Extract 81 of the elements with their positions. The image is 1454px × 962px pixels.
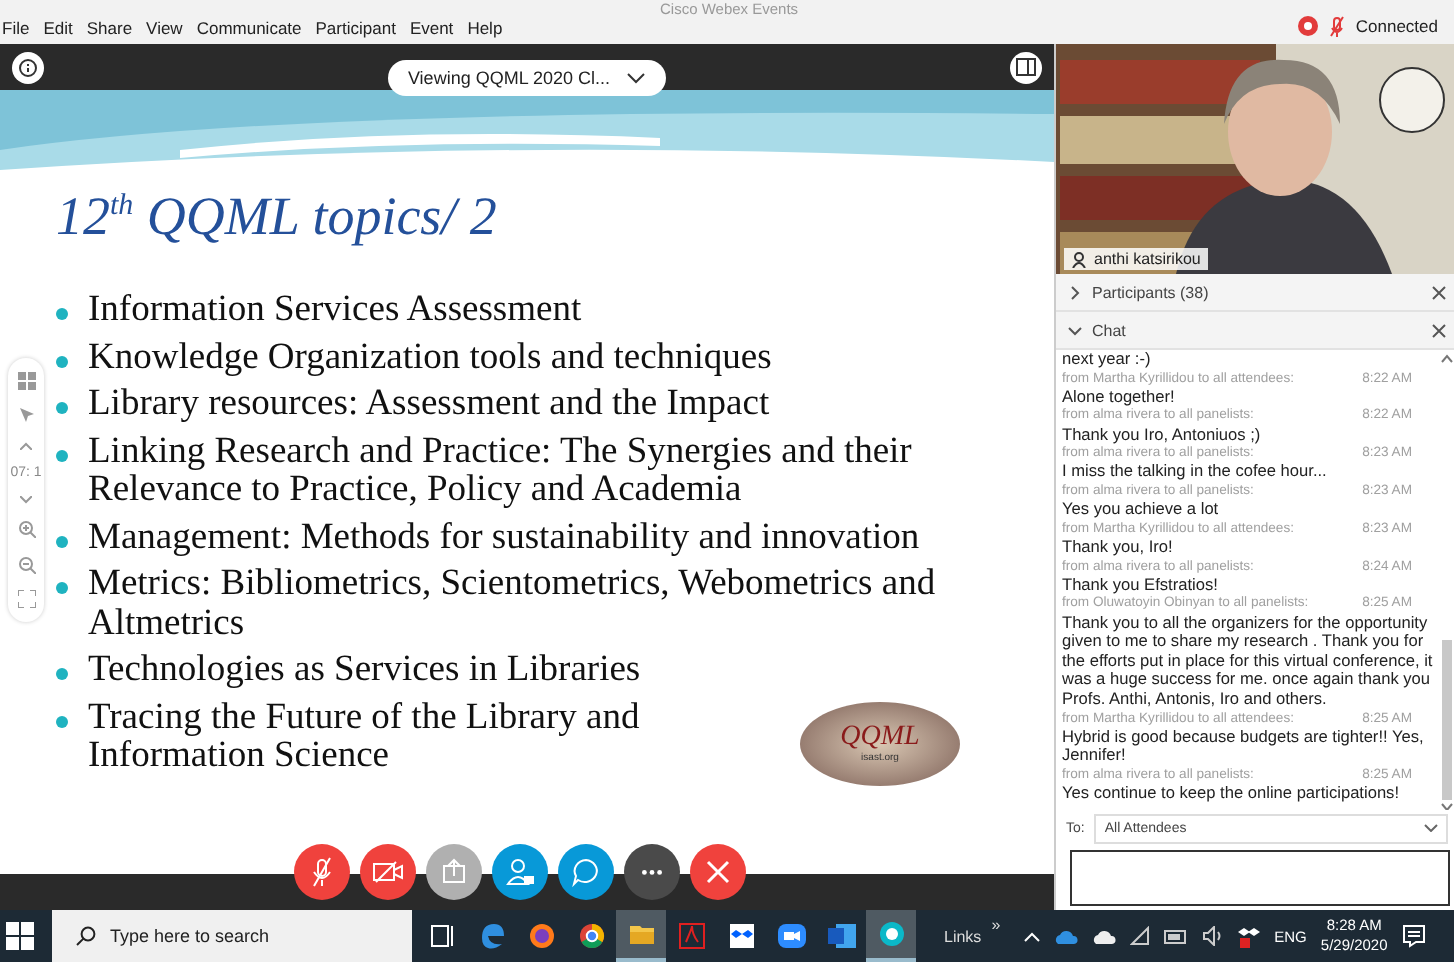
cloud-icon[interactable]: [1092, 929, 1117, 943]
speaker-icon[interactable]: [1202, 926, 1225, 946]
connection-status: Connected: [1355, 16, 1438, 36]
view-selector[interactable]: Viewing QQML 2020 Cl...: [387, 59, 667, 95]
slide-title: 12$^{th}$ QQML topics/ 2: [56, 186, 499, 248]
close-icon: [702, 856, 734, 888]
zoom-in-icon[interactable]: [17, 520, 35, 539]
menu-item[interactable]: View: [146, 18, 183, 38]
camera-off-icon: [372, 856, 404, 888]
pointer-icon[interactable]: [17, 406, 35, 425]
search-icon: [76, 926, 96, 946]
message-input[interactable]: [1070, 850, 1450, 906]
bullet-text: Metrics: Bibliometrics, Scientometrics, Webometrics and Altmetrics: [88, 566, 938, 644]
more-icon: [642, 869, 662, 875]
chevron-right-icon: [1068, 285, 1082, 299]
bullet-icon: [56, 402, 68, 414]
panel-header[interactable]: Participants (38): [1068, 283, 1209, 301]
expand-toolbar[interactable]: »: [991, 915, 1001, 933]
panel-header[interactable]: Chat: [1068, 321, 1126, 339]
windows-start-icon[interactable]: [6, 922, 34, 950]
menu-item[interactable]: Communicate: [196, 18, 302, 38]
message-text: Thank you, Iro!: [1062, 537, 1175, 558]
bullet-text: Management: Methods for sustainability and innovation: [88, 519, 920, 558]
logo-title: QQML: [840, 724, 920, 752]
caret-down-icon[interactable]: [20, 496, 32, 505]
bullet-text: Knowledge Organization tools and techniques: [88, 339, 772, 378]
menu-item[interactable]: Event: [409, 18, 454, 38]
search-field[interactable]: Type here to search: [52, 910, 412, 962]
bullet-icon: [56, 355, 68, 367]
wifi-icon[interactable]: [1130, 926, 1151, 946]
bullet-text: Linking Research and Practice: The Synergies and their Relevance to Practice, Policy and Academia: [88, 433, 914, 511]
message-text: Thank you to all the organizers for the opportunity given to me to share my research . Thank you for the efforts put in place for this virtual conference, it was a huge success for me. once again thank you Profs. Anthi, Antonis, Iro and others.: [1062, 613, 1435, 710]
message-text: Hybrid is good because budgets are tighter!! Yes, Jennifer!: [1062, 727, 1426, 766]
menu-item[interactable]: Edit: [43, 18, 73, 38]
scrollbar[interactable]: [1440, 350, 1454, 810]
panel-toggle-button[interactable]: [1010, 51, 1042, 83]
folder-icon[interactable]: [616, 910, 666, 962]
bullet-icon: [56, 449, 68, 461]
message-text: Thank you Efstratios!: [1062, 575, 1220, 595]
menu-item[interactable]: Participant: [315, 18, 396, 38]
notification-icon[interactable]: [1401, 924, 1426, 948]
grid-icon[interactable]: [17, 372, 35, 391]
message-text: I miss the talking in the cofee hour...: [1062, 462, 1329, 482]
share-icon: [438, 856, 470, 888]
info-icon: [18, 57, 38, 77]
person-icon: [504, 856, 536, 888]
bullet-text: Information Services Assessment: [88, 292, 582, 331]
close-icon[interactable]: [1432, 285, 1446, 299]
chevron-down-icon: [1424, 824, 1438, 832]
person-icon: [1072, 251, 1086, 267]
bullet-text: Library resources: Assessment and the Impact: [88, 386, 770, 425]
message-text: Alone together!: [1062, 387, 1177, 407]
battery-icon[interactable]: [1164, 929, 1189, 943]
participant-name-tag: anthi katsirikou: [1064, 248, 1209, 270]
dropbox-icon[interactable]: [1238, 925, 1261, 947]
bullet-icon: [56, 535, 68, 547]
bullet-icon: [56, 715, 68, 727]
message-text: Yes continue to keep the online participations!: [1062, 784, 1402, 804]
chat-bubble-icon: [570, 856, 602, 888]
bullet-text: Technologies as Services in Libraries: [88, 652, 641, 691]
chevron-down-icon: [1068, 323, 1082, 337]
menu-item[interactable]: Share: [86, 18, 133, 38]
close-icon[interactable]: [1432, 323, 1446, 337]
message-text: next year :-): [1062, 350, 1153, 370]
menu-item[interactable]: Help: [467, 18, 503, 38]
record-icon: [1297, 16, 1318, 36]
menu-item[interactable]: File: [2, 18, 30, 38]
webex-icon[interactable]: [866, 910, 916, 962]
bullet-text: Tracing the Future of the Library and Information Science: [88, 699, 642, 777]
chevron-down-icon: [626, 71, 647, 83]
bullet-icon: [56, 668, 68, 680]
message-text: Yes you achieve a lot: [1062, 500, 1221, 520]
muted-mic-icon: [1329, 15, 1344, 37]
links-toolbar[interactable]: Links: [944, 927, 982, 945]
fit-icon[interactable]: [17, 589, 35, 608]
panel-icon: [1016, 58, 1036, 76]
bullet-icon: [56, 308, 68, 320]
info-button[interactable]: [12, 51, 44, 83]
bullet-icon: [56, 582, 68, 594]
message-text: Thank you Iro, Antoniuos ;): [1062, 425, 1263, 445]
zoom-out-icon[interactable]: [17, 555, 35, 574]
